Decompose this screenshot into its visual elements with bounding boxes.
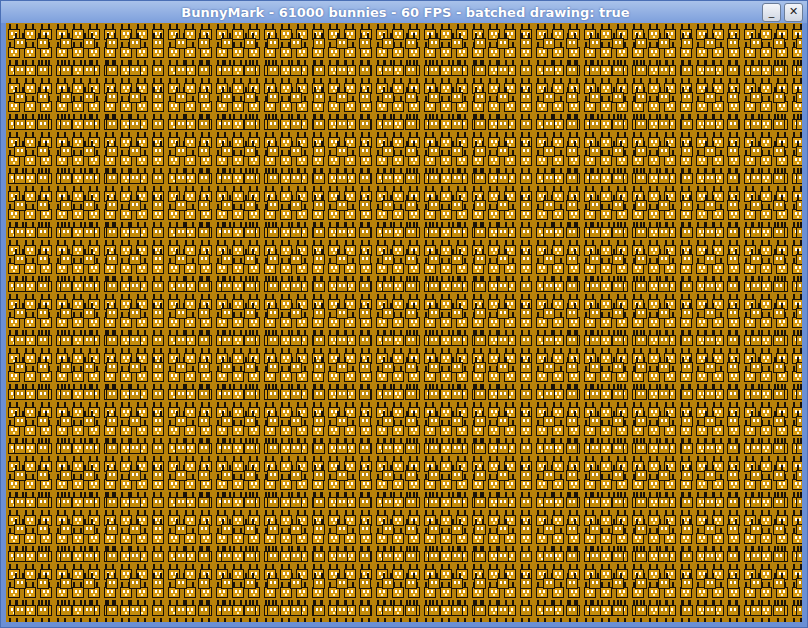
- bunny-field: [6, 23, 802, 622]
- game-canvas[interactable]: [6, 23, 802, 622]
- title-button[interactable]: _: [762, 3, 781, 22]
- title-bar[interactable]: BunnyMark - 61000 bunnies - 60 FPS - bat…: [1, 1, 807, 23]
- window-title: BunnyMark - 61000 bunnies - 60 FPS - bat…: [49, 5, 762, 20]
- game-window: BunnyMark - 61000 bunnies - 60 FPS - bat…: [0, 0, 808, 628]
- title-button[interactable]: ✕: [784, 3, 803, 22]
